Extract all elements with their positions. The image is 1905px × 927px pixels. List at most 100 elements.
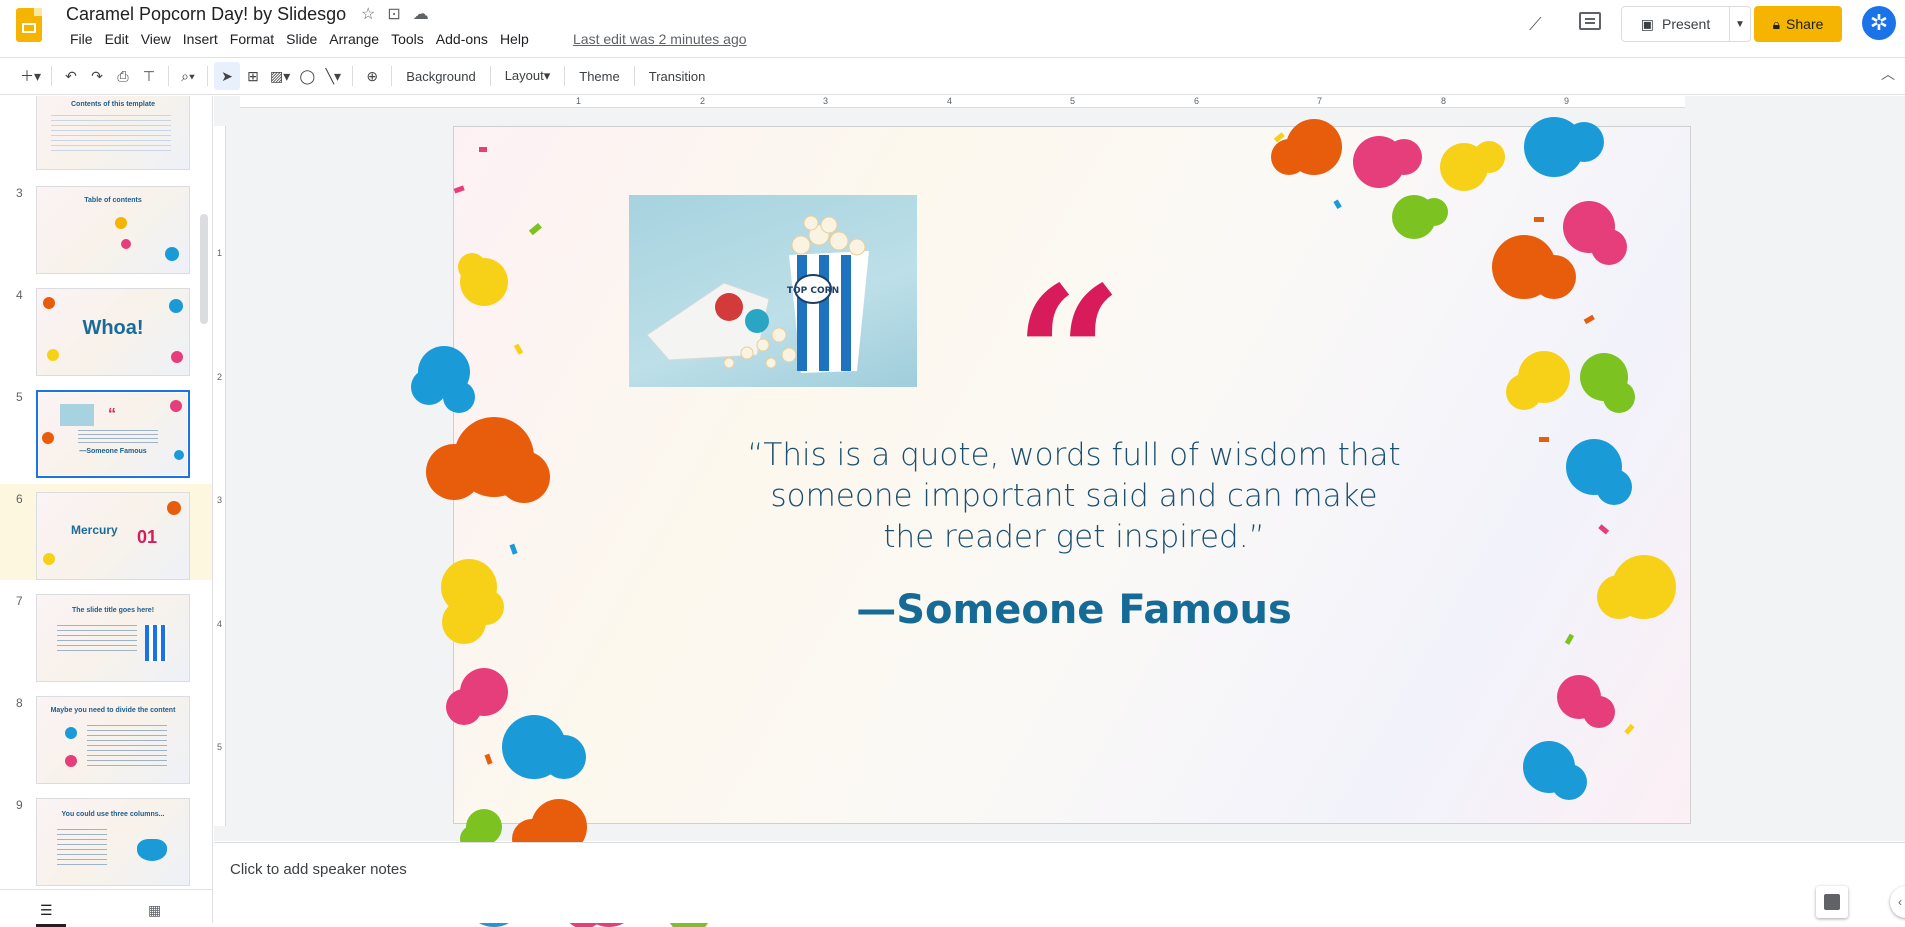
menu-bar: File Edit View Insert Format Slide Arran… [64,31,535,47]
menu-tools[interactable]: Tools [385,31,430,47]
divider [489,66,491,86]
cloud-status-icon[interactable]: ☁ [413,4,429,24]
right-popcorn-cluster [1271,117,1676,800]
slides-logo-icon[interactable] [16,8,42,42]
ruler-tick-label: 5 [1070,96,1076,106]
filmstrip-scrollbar[interactable] [200,214,208,324]
transition-button[interactable]: Transition [641,69,714,84]
ruler-tick-label: 4 [947,96,953,106]
slide-number: 3 [16,186,23,200]
thumb-title: Contents of this template [70,101,155,108]
thumbnail-slide-5[interactable]: “ —Someone Famous [36,390,190,478]
paint-format-icon[interactable]: ⊤ [136,62,162,90]
slide-canvas[interactable]: TOP CORN “ “This is a quote, words full … [411,117,1691,927]
avatar[interactable]: ✲ [1862,6,1896,40]
thumb-confetti [43,297,55,309]
document-title[interactable]: Caramel Popcorn Day! by Slidesgo [66,4,346,25]
ruler-tick-label: 7 [1317,96,1323,106]
last-edit-link[interactable]: Last edit was 2 minutes ago [573,31,747,47]
thumb-confetti [42,432,54,444]
thumb-title: Maybe you need to divide the content [50,707,176,714]
star-icon[interactable]: ☆ [361,4,375,24]
ruler-tick-label: 6 [1194,96,1200,106]
thumb-confetti [115,217,127,229]
thumb-confetti [174,450,184,460]
thumb-confetti [167,501,181,515]
thumbnail-slide-9[interactable]: You could use three columns... [36,798,190,886]
thumb-confetti [170,400,182,412]
thumbnail-slide-6[interactable]: Mercury 01 [36,492,190,580]
thumb-title: Whoa! [82,317,144,339]
filmstrip-view-icon[interactable]: ☰ [36,902,66,927]
undo-icon[interactable]: ↶ [58,62,84,90]
speaker-notes-area[interactable]: Click to add speaker notes [214,842,1905,923]
thumb-text-lines [57,625,137,655]
lock-icon: 🔒︎ [1772,15,1781,32]
new-slide-icon[interactable]: ＋▾ [16,62,45,90]
speaker-notes-placeholder[interactable]: Click to add speaker notes [230,861,407,878]
print-icon[interactable]: ⎙ [110,62,136,90]
zoom-icon[interactable]: ⌕▾ [175,62,201,90]
background-button[interactable]: Background [398,69,483,84]
thumb-title: The slide title goes here! [71,607,155,614]
small-confetti [453,132,1635,890]
add-comment-icon[interactable]: ⊕ [359,62,385,90]
toolbar: ＋▾ ↶ ↷ ⎙ ⊤ ⌕▾ ➤ ⊞ ▨▾ ◯ ╲▾ ⊕ Background L… [0,57,1905,95]
text-box-icon[interactable]: ⊞ [240,62,266,90]
thumb-popcorn-box [145,625,167,661]
image-icon[interactable]: ▨▾ [266,62,294,90]
activity-trend-icon[interactable]: ⟋ [1529,14,1542,35]
thumb-photo [60,404,94,426]
thumb-title: Mercury [71,523,118,537]
shape-icon[interactable]: ◯ [294,62,320,90]
present-icon: ▣ [1640,15,1654,32]
redo-icon[interactable]: ↷ [84,62,110,90]
popcorn-confetti-decoration [411,117,1676,927]
theme-button[interactable]: Theme [571,69,627,84]
move-folder-icon[interactable]: ⊡ [387,4,400,24]
layout-label: Layout [504,68,544,83]
menu-help[interactable]: Help [494,31,535,47]
menu-format[interactable]: Format [224,31,280,47]
thumbnail-slide-2[interactable]: Contents of this template [36,96,190,170]
horizontal-ruler[interactable]: 1 2 3 4 5 6 7 8 9 [240,96,1685,108]
collapse-menus-icon[interactable]: ︿ [1881,64,1895,84]
thumb-bowl [137,839,167,861]
ruler-tick-label: 1 [217,248,223,258]
vertical-ruler[interactable]: 1 2 3 4 5 [214,126,226,826]
menu-view[interactable]: View [135,31,177,47]
thumb-text-lines [57,829,107,869]
select-tool-icon[interactable]: ➤ [214,62,241,90]
present-button[interactable]: ▣ Present [1621,6,1730,42]
menu-edit[interactable]: Edit [99,31,135,47]
slide-number: 8 [16,696,23,710]
menu-arrange[interactable]: Arrange [323,31,385,47]
ruler-tick-label: 3 [217,495,223,505]
filmstrip-footer: ☰ ▦ [0,889,213,927]
present-dropdown-icon[interactable]: ▼ [1729,6,1751,42]
comment-history-icon[interactable] [1579,12,1601,30]
thumb-confetti [169,299,183,313]
present-label: Present [1661,16,1711,32]
thumb-text-lines [78,430,158,444]
share-button[interactable]: 🔒︎ Share [1754,6,1842,42]
thumb-text-lines [87,725,167,769]
menu-insert[interactable]: Insert [177,31,224,47]
grid-view-icon[interactable]: ▦ [148,902,161,919]
thumb-title: You could use three columns... [61,811,165,818]
slide-number: 7 [16,594,23,608]
thumbnail-slide-7[interactable]: The slide title goes here! [36,594,190,682]
left-popcorn-cluster [411,253,711,927]
menu-file[interactable]: File [64,31,99,47]
thumbnail-slide-8[interactable]: Maybe you need to divide the content [36,696,190,784]
title-icons: ☆ ⊡ ☁ [361,4,429,24]
ruler-tick-label: 5 [217,742,223,752]
menu-slide[interactable]: Slide [280,31,323,47]
divider [564,66,566,86]
menu-addons[interactable]: Add-ons [430,31,494,47]
thumbnail-slide-4[interactable]: Whoa! [36,288,190,376]
layout-button[interactable]: Layout▾ [497,68,559,84]
line-icon[interactable]: ╲▾ [320,62,346,90]
explore-assist-icon[interactable] [1816,886,1848,918]
thumbnail-slide-3[interactable]: Table of contents [36,186,190,274]
